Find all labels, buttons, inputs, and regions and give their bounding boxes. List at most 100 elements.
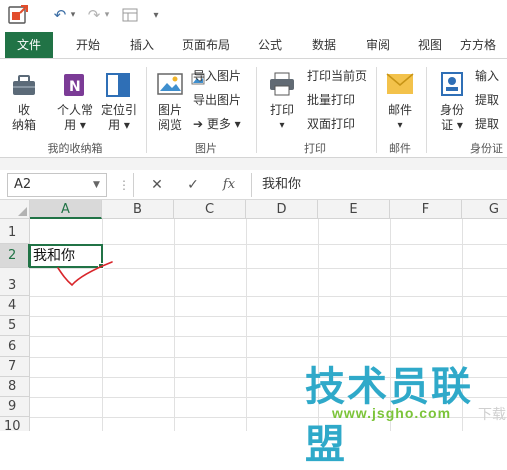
personal-common-label-2: 用 ▾ — [64, 118, 86, 132]
group-label-my-box: 我的收纳箱 — [47, 142, 103, 155]
id-card-button[interactable]: 身份 证 ▾ — [434, 103, 470, 133]
ribbon-divider — [426, 67, 427, 153]
tab-data[interactable]: 数据 — [304, 32, 344, 58]
app-logo-icon[interactable] — [6, 5, 30, 25]
quick-access-toolbar: ↶ ▾ ↷ ▾ ▾ — [0, 0, 507, 32]
locate-reference-icon — [104, 71, 132, 103]
row-header-3[interactable]: 3 — [0, 268, 30, 296]
formula-bar-divider — [133, 173, 134, 197]
ribbon-divider — [146, 67, 147, 153]
picture-browse-label-2: 阅览 — [157, 118, 182, 132]
formula-bar: A2 ▼ ⋮ ✕ ✓ fx 我和你 — [0, 170, 507, 200]
collect-box-label-2: 纳箱 — [11, 118, 36, 132]
row-header-1[interactable]: 1 — [0, 219, 30, 244]
customize-qat-icon[interactable]: ▾ — [150, 5, 162, 25]
formula-input[interactable]: 我和你 — [251, 173, 507, 197]
svg-text:N: N — [69, 79, 81, 95]
row-header-8[interactable]: 8 — [0, 377, 30, 397]
group-label-print: 打印 — [304, 142, 326, 155]
column-header-g[interactable]: G — [462, 200, 507, 219]
ribbon-divider — [376, 67, 377, 153]
group-label-id-card: 身份证 — [470, 142, 503, 155]
name-box[interactable]: A2 — [7, 173, 107, 197]
watermark-side-text: 下载 — [478, 407, 506, 423]
mail-button[interactable]: 邮件 ▾ — [382, 103, 418, 133]
row-header-10[interactable]: 10 — [0, 417, 30, 431]
tab-addin[interactable]: 方方格 — [460, 32, 507, 58]
toolbox-icon — [10, 71, 38, 103]
row-header-7[interactable]: 7 — [0, 357, 30, 377]
redo-icon[interactable]: ↷ — [84, 5, 104, 25]
collect-box-button[interactable]: 收 纳箱 — [6, 103, 42, 133]
form-icon[interactable] — [120, 5, 140, 25]
tab-formulas[interactable]: 公式 — [250, 32, 290, 58]
id-card-icon — [440, 71, 464, 101]
column-header-c[interactable]: C — [174, 200, 246, 219]
locate-reference-label-2: 用 ▾ — [108, 118, 130, 132]
gridline — [30, 316, 507, 317]
group-label-mail: 邮件 — [389, 142, 411, 155]
column-header-f[interactable]: F — [390, 200, 462, 219]
column-header-a[interactable]: A — [30, 200, 102, 219]
group-label-picture: 图片 — [195, 142, 217, 155]
print-current-page-button[interactable]: 打印当前页 — [307, 68, 367, 84]
id-card-label-2: 证 ▾ — [441, 118, 463, 132]
export-images-button[interactable]: 导出图片 — [193, 92, 241, 108]
ribbon-tabs: 文件 开始 插入 页面布局 公式 数据 审阅 视图 方方格 — [0, 32, 507, 58]
column-header-b[interactable]: B — [102, 200, 174, 219]
column-header-d[interactable]: D — [246, 200, 318, 219]
mail-dropdown-icon: ▾ — [397, 120, 403, 131]
print-button[interactable]: 打印 ▾ — [264, 103, 300, 133]
undo-dropdown-icon[interactable]: ▾ — [68, 5, 78, 25]
personal-common-label-1: 个人常 — [56, 103, 93, 117]
tab-home[interactable]: 开始 — [66, 32, 110, 58]
batch-print-button[interactable]: 批量打印 — [307, 92, 355, 108]
personal-common-button[interactable]: 个人常 用 ▾ — [54, 103, 96, 133]
mail-icon — [386, 73, 414, 99]
more-button[interactable]: ➔ 更多 ▾ — [193, 116, 241, 132]
picture-icon — [156, 71, 186, 103]
id-extract-button-1[interactable]: 提取 — [475, 92, 499, 108]
gridline — [174, 219, 175, 431]
red-check-annotation-icon — [57, 261, 113, 287]
print-label-1: 打印 — [269, 103, 294, 117]
picture-browse-button[interactable]: 图片 阅览 — [152, 103, 188, 133]
tab-view[interactable]: 视图 — [410, 32, 450, 58]
column-header-e[interactable]: E — [318, 200, 390, 219]
id-card-label-1: 身份 — [439, 103, 464, 117]
printer-icon — [268, 71, 296, 101]
collect-box-label-1: 收 — [17, 103, 30, 117]
tab-insert[interactable]: 插入 — [122, 32, 162, 58]
duplex-print-button[interactable]: 双面打印 — [307, 116, 355, 132]
id-input-button[interactable]: 输入 — [475, 68, 499, 84]
select-all-button[interactable] — [0, 200, 30, 219]
tab-page-layout[interactable]: 页面布局 — [174, 32, 238, 58]
gridline — [30, 336, 507, 337]
print-dropdown-icon: ▾ — [279, 120, 285, 131]
row-header-4[interactable]: 4 — [0, 296, 30, 316]
cancel-entry-icon[interactable]: ✕ — [144, 173, 170, 197]
row-header-2[interactable]: 2 — [0, 244, 30, 268]
insert-function-icon[interactable]: fx — [216, 173, 242, 197]
ribbon-divider — [256, 67, 257, 153]
row-header-5[interactable]: 5 — [0, 316, 30, 336]
locate-reference-button[interactable]: 定位引 用 ▾ — [98, 103, 140, 133]
select-all-triangle-icon — [18, 207, 27, 216]
formula-bar-grip-icon[interactable]: ⋮ — [118, 173, 130, 197]
import-images-button[interactable]: 导入图片 — [193, 68, 241, 84]
id-extract-button-2[interactable]: 提取 — [475, 116, 499, 132]
row-header-6[interactable]: 6 — [0, 336, 30, 357]
watermark-url: www.jsgho.com — [332, 405, 452, 421]
undo-icon[interactable]: ↶ — [50, 5, 70, 25]
row-header-9[interactable]: 9 — [0, 397, 30, 417]
ribbon: 收 纳箱 N 个人常 用 ▾ 定位引 用 ▾ 我的收纳箱 图片 阅览 导入图片 … — [0, 58, 507, 158]
locate-reference-label-1: 定位引 — [100, 103, 137, 117]
gridline — [246, 219, 247, 431]
tab-review[interactable]: 审阅 — [358, 32, 398, 58]
picture-browse-label-1: 图片 — [157, 103, 182, 117]
confirm-entry-icon[interactable]: ✓ — [180, 173, 206, 197]
onenote-icon: N — [60, 71, 88, 103]
redo-dropdown-icon[interactable]: ▾ — [102, 5, 112, 25]
name-box-dropdown-icon[interactable]: ▼ — [93, 173, 100, 197]
tab-file[interactable]: 文件 — [5, 32, 53, 58]
